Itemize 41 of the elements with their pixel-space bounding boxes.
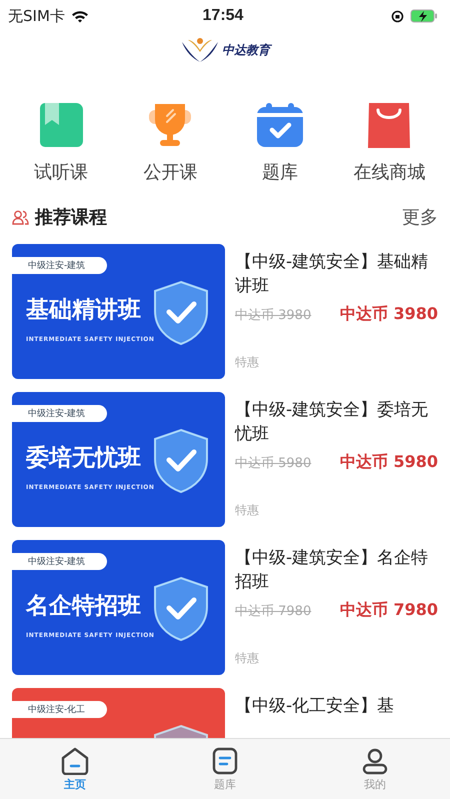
course-price: 中达币 7980 xyxy=(340,600,438,621)
banner-headline: 基础精讲班 xyxy=(26,296,141,325)
course-title: 【中级-建筑安全】委培无忧班 xyxy=(235,399,430,446)
banner-tag: 中级注安-化工 xyxy=(12,701,108,718)
course-price: 中达币 5980 xyxy=(340,452,438,473)
bookmark-icon xyxy=(38,102,84,148)
shortcut-button[interactable]: 在线商城 xyxy=(339,102,440,184)
course-price: 中达币 3980 xyxy=(340,304,438,325)
discount-label: 特惠 xyxy=(235,650,260,667)
banner-tag: 中级注安-建筑 xyxy=(12,405,108,422)
banner-tag: 中级注安-建筑 xyxy=(12,553,108,570)
battery-charging-icon xyxy=(410,9,438,23)
trophy-icon xyxy=(147,102,194,148)
original-price: 中达币 3980 xyxy=(235,306,312,324)
section-title: 推荐课程 xyxy=(35,206,107,229)
original-price: 中达币 5980 xyxy=(235,454,312,472)
banner-tag: 中级注安-建筑 xyxy=(12,257,108,274)
shopping-bag-icon xyxy=(366,102,412,148)
original-price: 中达币 7980 xyxy=(235,602,312,620)
discount-label: 特惠 xyxy=(235,354,260,371)
rotation-lock-icon xyxy=(390,10,404,22)
list-icon xyxy=(212,746,238,774)
course-title: 【中级-建筑安全】名企特招班 xyxy=(235,547,430,594)
wifi-icon xyxy=(70,10,89,22)
calendar-check-icon xyxy=(256,102,304,148)
clock-time: 17:54 xyxy=(202,7,244,25)
logo-hands-icon xyxy=(180,36,220,64)
more-link[interactable]: 更多 xyxy=(402,205,438,229)
course-title: 【中级-建筑安全】基础精讲班 xyxy=(235,251,430,298)
user-icon xyxy=(361,746,389,774)
home-icon xyxy=(60,746,90,774)
banner-headline: 名企特招班 xyxy=(26,592,141,621)
shortcut-button[interactable]: 公开课 xyxy=(120,102,220,184)
discount-label: 特惠 xyxy=(235,502,260,519)
logo-text: 中达教育 xyxy=(222,42,270,58)
shortcut-button[interactable]: 试听课 xyxy=(10,102,111,184)
carrier-text: 无SIM卡 xyxy=(8,6,65,26)
banner-headline: 委培无忧班 xyxy=(26,444,141,473)
shortcut-button[interactable]: 题库 xyxy=(230,102,330,184)
course-title: 【中级-化工安全】基 xyxy=(235,695,396,718)
users-icon xyxy=(12,210,29,224)
